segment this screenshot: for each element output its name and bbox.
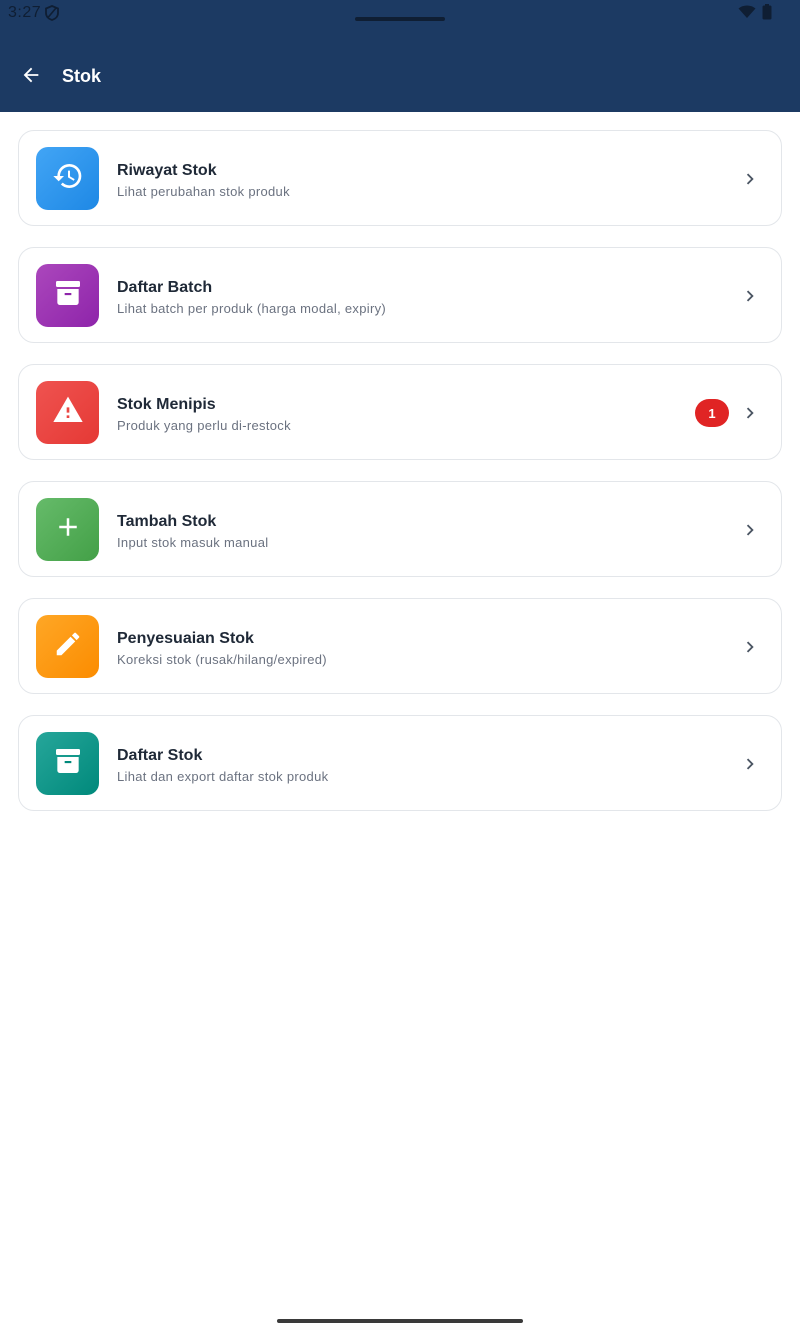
menu-item-icon-tile <box>36 147 99 210</box>
archive-icon <box>52 277 84 314</box>
chevron-right-icon <box>739 519 761 541</box>
page-title: Stok <box>62 66 102 86</box>
menu-item-stok-menipis[interactable]: Stok Menipis Produk yang perlu di-restoc… <box>18 364 782 460</box>
menu-item-icon-tile <box>36 732 99 795</box>
menu-item-title: Riwayat Stok <box>117 162 217 179</box>
arrow-back-icon <box>20 64 42 91</box>
menu-item-title: Penyesuaian Stok <box>117 630 254 647</box>
menu-item-penyesuaian-stok[interactable]: Penyesuaian Stok Koreksi stok (rusak/hil… <box>18 598 782 694</box>
plus-icon <box>53 512 83 547</box>
menu-item-subtitle: Produk yang perlu di-restock <box>117 418 291 433</box>
menu-item-icon-tile <box>36 498 99 561</box>
menu-item-title: Daftar Batch <box>117 279 213 296</box>
app-bar: 3:27 Stok <box>0 0 800 112</box>
shield-icon <box>45 5 60 21</box>
menu-item-icon-tile <box>36 615 99 678</box>
chevron-right-icon <box>739 285 761 307</box>
gesture-home-indicator[interactable] <box>277 1319 523 1323</box>
warning-icon <box>52 394 84 431</box>
battery-icon <box>762 4 772 25</box>
chevron-right-icon <box>739 168 761 190</box>
menu-item-title: Daftar Stok <box>117 747 203 764</box>
count-badge: 1 <box>695 399 729 427</box>
menu-item-daftar-stok[interactable]: Daftar Stok Lihat dan export daftar stok… <box>18 715 782 811</box>
archive-icon <box>52 745 84 782</box>
chevron-right-icon <box>739 636 761 658</box>
menu-item-icon-tile <box>36 381 99 444</box>
chevron-right-icon <box>739 753 761 775</box>
menu-item-daftar-batch[interactable]: Daftar Batch Lihat batch per produk (har… <box>18 247 782 343</box>
back-button[interactable] <box>14 60 48 94</box>
menu-item-icon-tile <box>36 264 99 327</box>
status-bar-left: 3:27 <box>8 4 60 22</box>
wifi-icon <box>738 5 756 24</box>
menu-item-subtitle: Lihat perubahan stok produk <box>117 184 290 199</box>
status-time: 3:27 <box>8 4 42 21</box>
menu-item-subtitle: Lihat dan export daftar stok produk <box>117 769 329 784</box>
status-bar-right <box>738 4 772 25</box>
stock-menu-list: Riwayat Stok Lihat perubahan stok produk… <box>18 130 782 832</box>
chevron-right-icon <box>739 402 761 424</box>
menu-item-subtitle: Input stok masuk manual <box>117 535 269 550</box>
menu-item-title: Stok Menipis <box>117 396 216 413</box>
menu-item-subtitle: Koreksi stok (rusak/hilang/expired) <box>117 652 327 667</box>
status-bar-notch <box>355 17 445 21</box>
menu-item-title: Tambah Stok <box>117 513 217 530</box>
menu-item-riwayat-stok[interactable]: Riwayat Stok Lihat perubahan stok produk <box>18 130 782 226</box>
menu-item-tambah-stok[interactable]: Tambah Stok Input stok masuk manual <box>18 481 782 577</box>
history-icon <box>52 160 84 197</box>
pencil-icon <box>53 629 83 664</box>
menu-item-subtitle: Lihat batch per produk (harga modal, exp… <box>117 301 387 316</box>
